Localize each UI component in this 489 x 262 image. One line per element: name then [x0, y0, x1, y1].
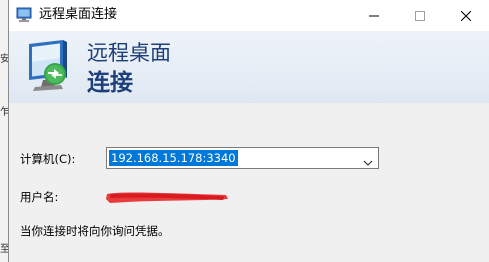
header-title-line2: 连接	[87, 70, 133, 96]
header-title-line1: 远程桌面	[87, 41, 171, 65]
remote-desktop-window: 远程桌面连接 远程桌面 连接 计算机(C): 192.168.15.178:33…	[8, 0, 489, 262]
remote-desktop-icon	[15, 7, 33, 24]
redaction-mark	[104, 187, 230, 207]
background-app-edge: 安 乍 至	[0, 0, 10, 262]
credentials-note: 当你连接时将向你询问凭据。	[20, 224, 170, 238]
maximize-button[interactable]	[397, 0, 443, 31]
screen: 安 乍 至 远程桌面连接 远程桌面 连接 计算机(C): 192.168.15.…	[0, 0, 489, 262]
chevron-down-icon[interactable]	[363, 153, 373, 166]
connection-form: 计算机(C): 192.168.15.178:3340 用户名: 当你连接时将向…	[9, 103, 489, 262]
maximize-icon	[415, 6, 425, 25]
minimize-icon	[369, 6, 379, 25]
computer-label: 计算机(C):	[20, 152, 76, 166]
computer-input[interactable]: 192.168.15.178:3340	[109, 150, 238, 166]
title-bar[interactable]: 远程桌面连接	[9, 0, 489, 31]
window-title: 远程桌面连接	[39, 7, 118, 22]
close-button[interactable]	[443, 0, 489, 31]
minimize-button[interactable]	[351, 0, 397, 31]
close-icon	[460, 6, 472, 25]
dialog-header: 远程桌面 连接	[9, 31, 489, 103]
remote-desktop-monitor-icon	[21, 38, 85, 96]
username-label: 用户名:	[20, 190, 59, 204]
computer-combobox[interactable]: 192.168.15.178:3340	[106, 147, 379, 169]
